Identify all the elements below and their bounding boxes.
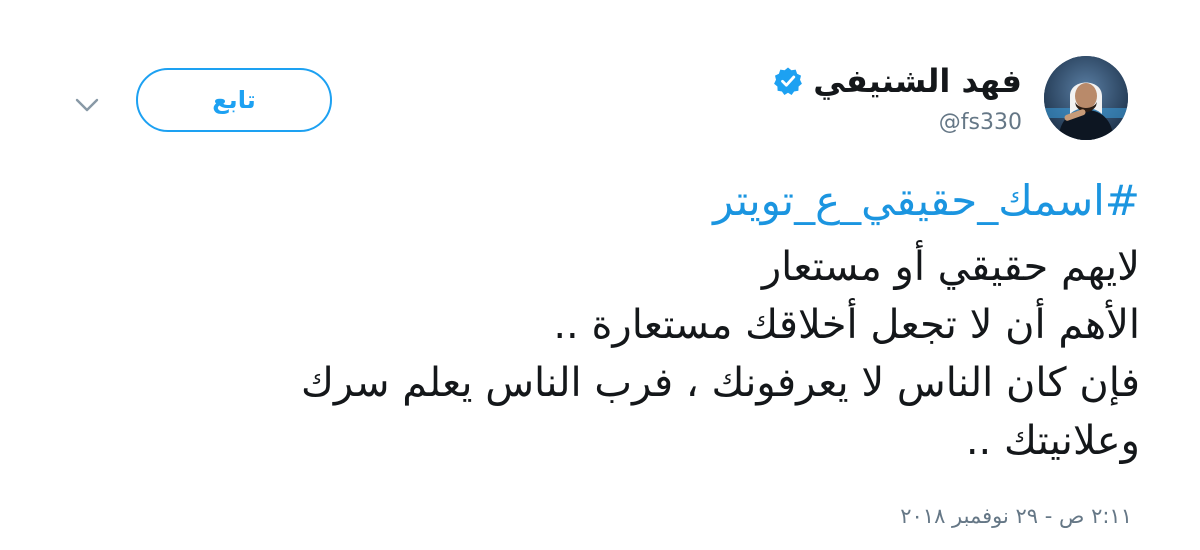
user-handle[interactable]: @fs330 xyxy=(773,110,1022,135)
tweet-timestamp[interactable]: ٢:١١ ص - ٢٩ نوفمبر ٢٠١٨ xyxy=(900,504,1132,528)
tweet-line: لايهم حقيقي أو مستعار xyxy=(761,244,1140,290)
user-info: فهد الشنيفي @fs330 xyxy=(773,56,1022,135)
follow-button[interactable]: تابع xyxy=(136,68,332,132)
tweet-hashtag[interactable]: #اسمك_حقيقي_ع_تويتر xyxy=(713,176,1140,225)
tweet-card: تابع فهد الشنيفي @fs330 #اسمك_حقيقي_ع_تو… xyxy=(0,0,1200,550)
verified-badge-icon xyxy=(773,66,803,96)
display-name[interactable]: فهد الشنيفي xyxy=(813,62,1022,100)
avatar[interactable] xyxy=(1044,56,1128,140)
tweet-text: لايهم حقيقي أو مستعار الأهم أن لا تجعل أ… xyxy=(60,238,1140,470)
chevron-down-icon[interactable] xyxy=(72,90,102,120)
tweet-line: فإن كان الناس لا يعرفونك ، فرب الناس يعل… xyxy=(300,360,1140,406)
tweet-line: الأهم أن لا تجعل أخلاقك مستعارة .. xyxy=(553,302,1140,348)
name-line: فهد الشنيفي xyxy=(773,56,1022,106)
tweet-line: وعلانيتك .. xyxy=(965,418,1140,464)
